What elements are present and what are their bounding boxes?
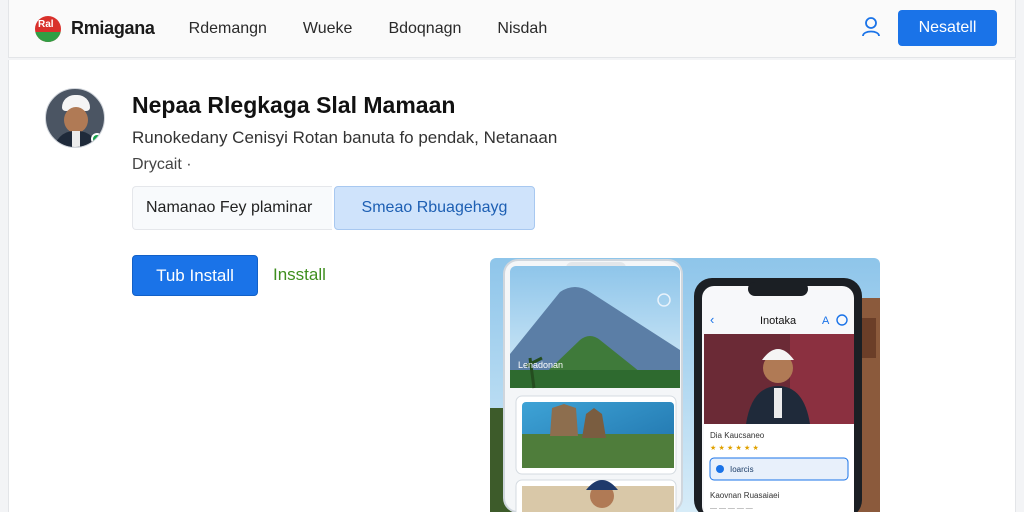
phone-screen-title: Inotaka: [760, 315, 797, 327]
search-button[interactable]: Smeao Rbuagehayg: [334, 186, 535, 230]
device-mockup-illustration: Lenadonan ‹ Inotaka A Dia Kaucsaneo ★ ★ …: [490, 258, 880, 512]
brand-name: Rmiagana: [71, 18, 155, 38]
phone-rating: ★ ★ ★ ★ ★ ★: [710, 444, 759, 452]
developer-name[interactable]: Drycait ·: [132, 156, 192, 174]
chevron-left-icon: ‹: [710, 312, 714, 327]
tablet-caption: Lenadonan: [518, 360, 563, 370]
avatar-face: [64, 107, 88, 133]
phone-footer-title: Kaovnan Ruasaiaei: [710, 491, 780, 500]
nav-item-2[interactable]: Wueke: [303, 20, 353, 38]
avatar-shirt: [72, 131, 80, 147]
install-button[interactable]: Tub Install: [132, 255, 258, 296]
verified-badge-icon: [91, 133, 103, 145]
header-install-button[interactable]: Nesatell: [898, 10, 997, 46]
main-nav: Rdemangn Wueke Bdoqnagn Nisdah: [189, 20, 584, 38]
app-title: Nepaa Rlegkaga Slal Mamaan: [132, 92, 456, 118]
phone-footer-sub: — — — — —: [710, 505, 753, 512]
app-screenshot-preview[interactable]: Lenadonan ‹ Inotaka A Dia Kaucsaneo ★ ★ …: [490, 258, 880, 512]
phone-field-label: Ioarcis: [730, 465, 754, 474]
user-icon[interactable]: [861, 16, 881, 38]
phone-subtitle: Dia Kaucsaneo: [710, 431, 765, 440]
search-input[interactable]: [132, 186, 332, 230]
nav-item-3[interactable]: Bdoqnagn: [388, 20, 461, 38]
nav-item-1[interactable]: Rdemangn: [189, 20, 267, 38]
app-description: Runokedany Cenisyi Rotan banuta fo penda…: [132, 128, 558, 147]
text-size-icon: A: [822, 315, 830, 327]
brand[interactable]: Ral Rmiagana: [35, 15, 155, 42]
developer-avatar: [45, 88, 105, 148]
nav-item-4[interactable]: Nisdah: [497, 20, 547, 38]
top-navigation-bar: Ral Rmiagana Rdemangn Wueke Bdoqnagn Nis…: [8, 0, 1016, 58]
install-link[interactable]: Insstall: [273, 265, 326, 285]
flag-logo-icon: Ral: [35, 15, 61, 42]
